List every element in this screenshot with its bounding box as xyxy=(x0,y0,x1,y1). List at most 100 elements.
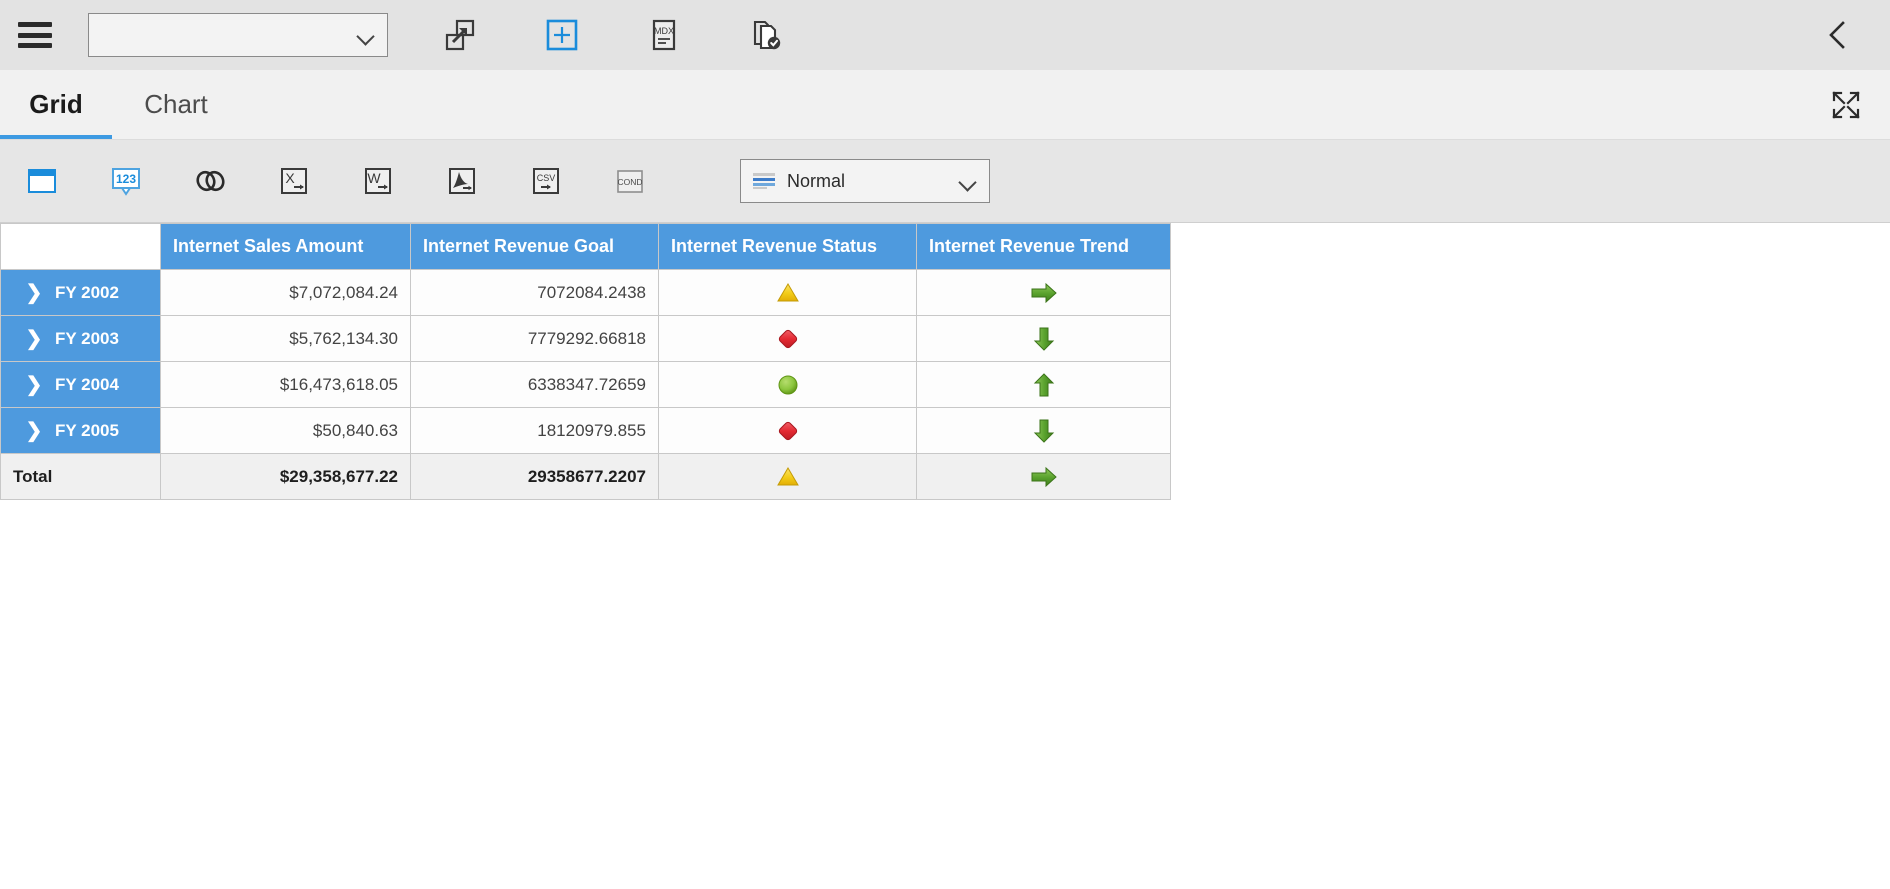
top-bar-tools: MDX xyxy=(432,7,794,63)
tab-grid[interactable]: Grid xyxy=(0,69,112,139)
pivot-grid: Internet Sales Amount Internet Revenue G… xyxy=(0,223,1171,500)
cell-status xyxy=(658,407,917,454)
export-csv-button[interactable]: CSV xyxy=(520,155,572,207)
cell-trend xyxy=(916,315,1171,362)
123-callout-icon: 123 xyxy=(112,168,140,196)
row-header-total: Total xyxy=(0,453,161,500)
conditional-format-button[interactable]: COND xyxy=(604,155,656,207)
cell-total-sales: $29,358,677.22 xyxy=(160,453,411,500)
format-stripes-icon xyxy=(753,173,775,189)
svg-text:MDX: MDX xyxy=(654,26,674,36)
chevron-right-icon[interactable]: ❯ xyxy=(13,326,55,351)
action-toolbar: 123 X W CSV COND Normal xyxy=(0,140,1890,222)
cell-trend xyxy=(916,361,1171,408)
cell-sales: $5,762,134.30 xyxy=(160,315,411,362)
table-row: ❯ FY 2005 $50,840.63 18120979.855 xyxy=(0,407,1171,454)
danger-diamond-icon xyxy=(778,421,797,440)
fullscreen-button[interactable] xyxy=(1826,85,1866,125)
cell-status xyxy=(658,315,917,362)
table-row-total: Total $29,358,677.22 29358677.2207 xyxy=(0,453,1171,500)
chevron-right-icon[interactable]: ❯ xyxy=(13,372,55,397)
collapse-panel-button[interactable] xyxy=(1816,0,1860,70)
number-format-button[interactable]: 123 xyxy=(100,155,152,207)
column-header-internet-revenue-goal[interactable]: Internet Revenue Goal xyxy=(410,223,659,270)
cell-status xyxy=(658,269,917,316)
mdx-query-button[interactable]: MDX xyxy=(636,7,692,63)
open-in-new-window-button[interactable] xyxy=(432,7,488,63)
add-calculated-member-button[interactable] xyxy=(534,7,590,63)
chevron-down-icon xyxy=(357,30,375,40)
svg-text:CSV: CSV xyxy=(537,173,556,183)
cell-sales: $7,072,084.24 xyxy=(160,269,411,316)
danger-diamond-icon xyxy=(778,329,797,348)
row-header-label: FY 2002 xyxy=(55,282,119,302)
validate-copy-button[interactable] xyxy=(738,7,794,63)
cell-format-value: Normal xyxy=(787,170,846,191)
cell-format-select[interactable]: Normal xyxy=(740,159,990,203)
arrow-up-icon xyxy=(1033,372,1054,396)
row-header-fy-2005[interactable]: ❯ FY 2005 xyxy=(0,407,161,454)
toggle-panel-button[interactable] xyxy=(16,155,68,207)
pivot-grid-area: Internet Sales Amount Internet Revenue G… xyxy=(0,222,1890,889)
column-header-internet-sales-amount[interactable]: Internet Sales Amount xyxy=(160,223,411,270)
export-word-button[interactable]: W xyxy=(352,155,404,207)
plus-box-icon xyxy=(546,19,578,51)
row-header-label: FY 2003 xyxy=(55,328,119,348)
menu-icon-bar xyxy=(18,32,52,38)
row-header-label: FY 2005 xyxy=(55,420,119,440)
column-header-internet-revenue-status[interactable]: Internet Revenue Status xyxy=(658,223,917,270)
cell-total-trend xyxy=(916,453,1171,500)
cell-sales: $50,840.63 xyxy=(160,407,411,454)
top-bar: MDX xyxy=(0,0,1890,70)
view-tab-bar: Grid Chart xyxy=(0,70,1890,140)
mdx-document-icon: MDX xyxy=(652,19,676,51)
grid-header-row: Internet Sales Amount Internet Revenue G… xyxy=(0,223,1171,270)
menu-icon[interactable] xyxy=(18,22,52,48)
cell-goal: 6338347.72659 xyxy=(410,361,659,408)
arrow-down-icon xyxy=(1033,419,1054,443)
cell-total-status xyxy=(658,453,917,500)
cell-trend xyxy=(916,407,1171,454)
number-format-label: 123 xyxy=(116,172,136,186)
arrow-right-icon xyxy=(1031,282,1057,303)
chevron-down-icon xyxy=(959,176,977,186)
chevron-right-icon[interactable]: ❯ xyxy=(13,418,55,443)
tab-chart[interactable]: Chart xyxy=(120,69,232,139)
table-row: ❯ FY 2002 $7,072,084.24 7072084.2438 xyxy=(0,269,1171,316)
export-pdf-button[interactable] xyxy=(436,155,488,207)
ok-circle-icon xyxy=(778,375,797,394)
fullscreen-expand-icon xyxy=(1832,90,1860,119)
tab-grid-label: Grid xyxy=(29,88,83,119)
chevron-left-icon xyxy=(1829,21,1845,49)
row-header-label: FY 2004 xyxy=(55,374,119,394)
svg-text:COND: COND xyxy=(617,177,642,187)
menu-icon-bar xyxy=(18,22,52,27)
cell-goal: 18120979.855 xyxy=(410,407,659,454)
table-row: ❯ FY 2003 $5,762,134.30 7779292.66818 xyxy=(0,315,1171,362)
hyperlink-button[interactable] xyxy=(184,155,236,207)
external-window-icon xyxy=(445,19,475,51)
pdf-export-icon xyxy=(449,168,475,194)
column-header-internet-revenue-trend[interactable]: Internet Revenue Trend xyxy=(916,223,1171,270)
row-header-fy-2002[interactable]: ❯ FY 2002 xyxy=(0,269,161,316)
cell-trend xyxy=(916,269,1171,316)
warning-triangle-icon xyxy=(776,466,799,485)
cube-select[interactable] xyxy=(88,13,388,57)
csv-export-icon: CSV xyxy=(533,168,559,194)
grid-corner-cell xyxy=(0,223,161,270)
table-row: ❯ FY 2004 $16,473,618.05 6338347.72659 xyxy=(0,361,1171,408)
cell-goal: 7072084.2438 xyxy=(410,269,659,316)
arrow-right-icon xyxy=(1031,466,1057,487)
conditional-format-icon: COND xyxy=(617,170,643,193)
export-excel-button[interactable]: X xyxy=(268,155,320,207)
chevron-right-icon[interactable]: ❯ xyxy=(13,280,55,305)
cell-total-goal: 29358677.2207 xyxy=(410,453,659,500)
link-chain-icon xyxy=(196,170,225,192)
tab-chart-label: Chart xyxy=(144,88,208,119)
document-check-icon xyxy=(753,20,781,50)
menu-icon-bar xyxy=(18,43,52,48)
row-header-fy-2004[interactable]: ❯ FY 2004 xyxy=(0,361,161,408)
row-header-fy-2003[interactable]: ❯ FY 2003 xyxy=(0,315,161,362)
arrow-down-icon xyxy=(1033,327,1054,351)
word-export-icon: W xyxy=(365,168,391,194)
